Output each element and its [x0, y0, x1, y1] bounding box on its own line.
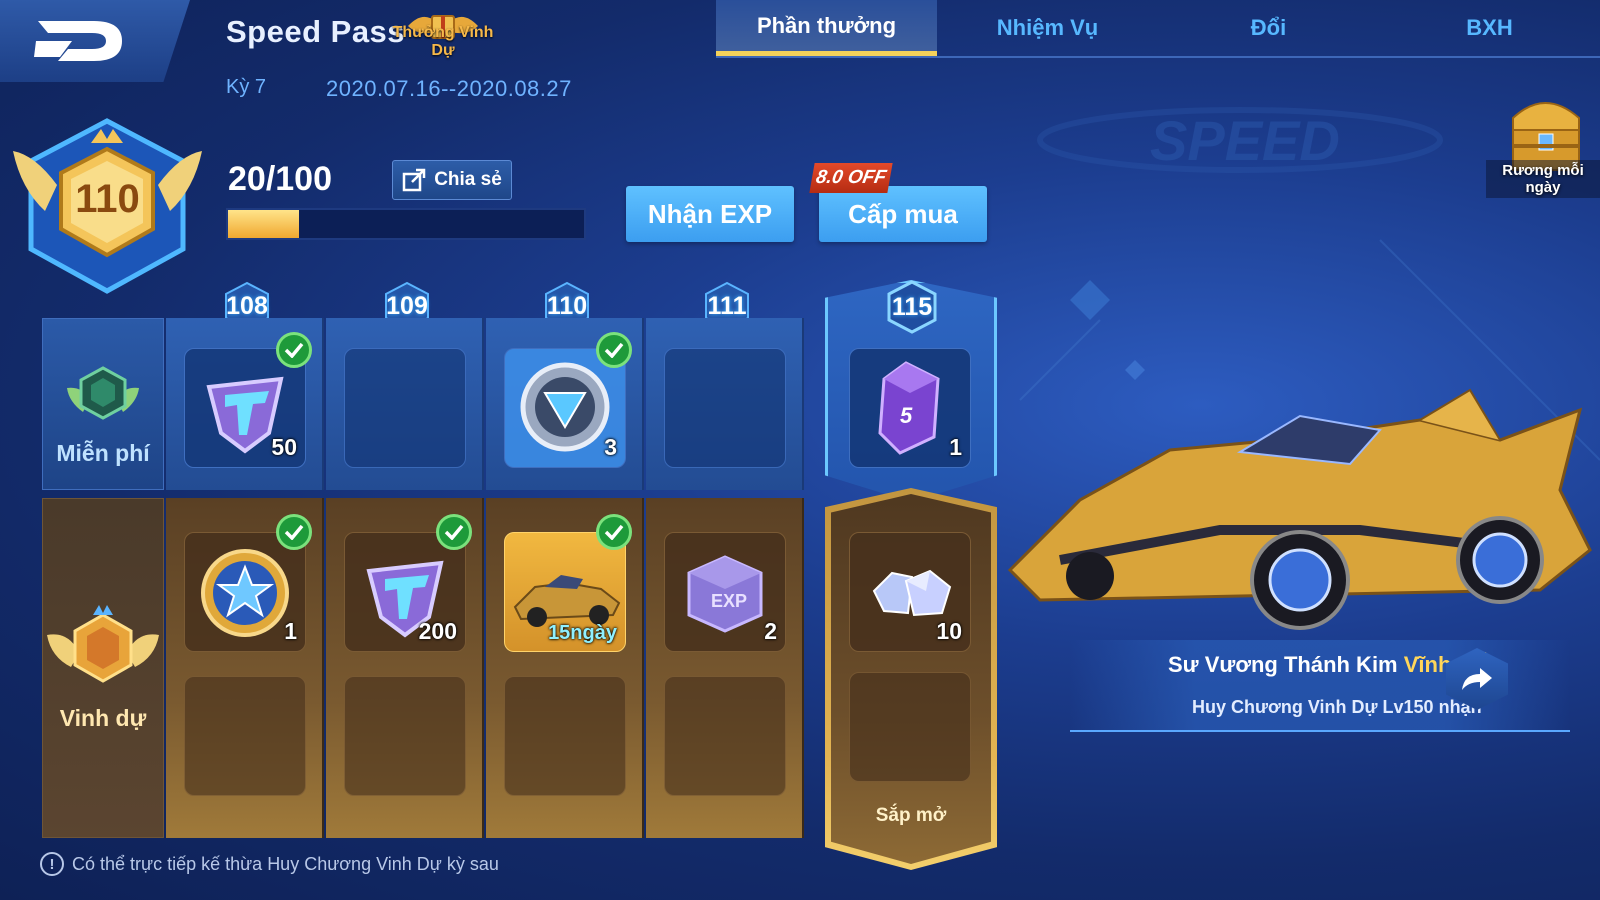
claimed-check-icon [596, 332, 632, 368]
free-cell-111 [646, 318, 804, 490]
buy-level-button[interactable]: Cấp mua [819, 186, 987, 242]
reward-slot[interactable]: 5 1 [849, 348, 971, 468]
svg-text:5: 5 [900, 403, 913, 428]
get-exp-button[interactable]: Nhận EXP [626, 186, 794, 242]
empty-slot [664, 348, 786, 468]
empty-slot [344, 676, 466, 796]
milestone-column-115: 115 5 1 10 Sắp mở [825, 280, 997, 870]
honor-cell-109: 200 [326, 498, 484, 838]
empty-slot [504, 676, 626, 796]
featured-car-image [1000, 380, 1600, 640]
honor-row-text: Vinh dự [59, 704, 147, 731]
free-cell-109 [326, 318, 484, 490]
honor-reward-badge[interactable]: Thưởng Vinh Dự [388, 8, 498, 60]
car-name-prefix: Sư Vương Thánh Kim [1168, 652, 1398, 677]
tab-leaderboard[interactable]: BXH [1379, 0, 1600, 56]
free-row-text: Miễn phí [56, 440, 150, 466]
reward-qty: 1 [949, 434, 962, 460]
reward-slot[interactable]: 15ngày [504, 532, 626, 652]
claimed-check-icon [596, 514, 632, 550]
svg-text:EXP: EXP [711, 591, 747, 611]
reward-slot[interactable]: 1 [184, 532, 306, 652]
share-label: Chia sẻ [434, 169, 502, 190]
share-button[interactable]: Chia sẻ [392, 160, 512, 200]
claimed-check-icon [436, 514, 472, 550]
discount-badge: 8.0 OFF [809, 163, 893, 193]
honor-cell-110: 15ngày [486, 498, 644, 838]
reward-qty: 10 [936, 618, 962, 644]
back-logo-icon [34, 21, 122, 61]
empty-slot [184, 676, 306, 796]
tab-missions[interactable]: Nhiệm Vụ [937, 0, 1158, 56]
season-dates: 2020.07.16--2020.08.27 [326, 76, 572, 101]
current-level: 110 [75, 177, 140, 221]
reward-qty: 15ngày [548, 622, 617, 644]
back-button[interactable] [0, 0, 190, 82]
reward-qty: 3 [604, 434, 617, 460]
free-cell-110: 3 [486, 318, 644, 490]
level-header-115: 115 [885, 280, 939, 334]
free-row-label: Miễn phí [42, 318, 164, 490]
gold-race-car-icon [1007, 388, 1592, 630]
reward-qty: 50 [271, 434, 297, 460]
free-cell-108: 50 [166, 318, 324, 490]
share-arrow-icon [1462, 668, 1492, 690]
footer-note-text: Có thể trực tiếp kế thừa Huy Chương Vinh… [72, 853, 499, 874]
level-number: 111 [707, 291, 747, 320]
claimed-check-icon [276, 514, 312, 550]
level-number: 109 [386, 291, 428, 320]
tab-bar: Phần thưởng Nhiệm Vụ Đổi BXH [716, 0, 1600, 58]
honor-row-label: Vinh dự [42, 498, 164, 838]
reward-qty: 2 [764, 618, 777, 644]
honor-emblem-icon [47, 604, 159, 683]
empty-slot [664, 676, 786, 796]
coming-soon-label: Sắp mở [875, 805, 947, 826]
exp-progress-text: 20/100 [228, 160, 332, 198]
reward-slot[interactable]: 200 [344, 532, 466, 652]
tab-rewards[interactable]: Phần thưởng [716, 0, 937, 56]
reward-qty: 200 [418, 618, 457, 644]
daily-chest-label: Rương mỗi ngày [1486, 160, 1600, 198]
share-icon [402, 168, 426, 192]
green-emblem-icon [67, 366, 139, 420]
level-number: 108 [226, 291, 268, 320]
empty-slot [344, 348, 466, 468]
svg-text:SPEED: SPEED [1150, 109, 1340, 172]
honor-badge-label: Thưởng Vinh Dự [392, 24, 494, 59]
level-emblem: 110 [5, 115, 210, 300]
season-label: Kỳ 7 [226, 76, 267, 98]
level-number: 110 [546, 291, 588, 320]
daily-chest-button[interactable]: Rương mỗi ngày [1486, 78, 1600, 198]
empty-slot [849, 672, 971, 782]
reward-slot[interactable]: EXP 2 [664, 532, 786, 652]
page-title: Speed Pass [226, 14, 406, 49]
honor-cell-111: EXP 2 [646, 498, 804, 838]
featured-car-subtitle: Huy Chương Vinh Dự Lv150 nhận [1192, 697, 1482, 717]
reward-slot[interactable]: 10 [849, 532, 971, 652]
footer-note: ! Có thể trực tiếp kế thừa Huy Chương Vi… [40, 852, 499, 876]
tab-exchange[interactable]: Đổi [1158, 0, 1379, 56]
claimed-check-icon [276, 332, 312, 368]
honor-cell-108: 1 [166, 498, 324, 838]
info-icon: ! [40, 852, 64, 876]
level-number: 115 [891, 292, 933, 321]
exp-progress-bar [226, 208, 586, 240]
reward-qty: 1 [284, 618, 297, 644]
exp-progress-fill [228, 210, 300, 238]
